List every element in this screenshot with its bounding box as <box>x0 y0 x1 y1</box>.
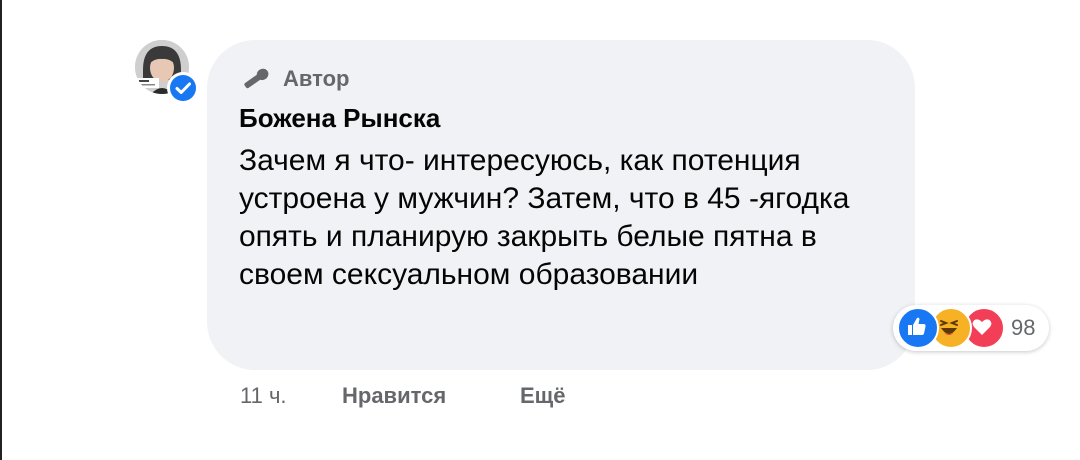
author-avatar[interactable] <box>135 40 199 104</box>
reaction-count: 98 <box>1011 315 1036 340</box>
author-badge-label: Автор <box>283 66 350 91</box>
like-button[interactable]: Нравится <box>342 383 520 409</box>
comment-actions: 11 ч. Нравится Ещё <box>240 383 565 409</box>
author-badge: Автор <box>239 64 885 94</box>
verified-badge-icon <box>167 72 199 104</box>
like-icon <box>897 307 939 349</box>
more-button[interactable]: Ещё <box>520 383 565 409</box>
comment-bubble: Автор Божена Рынска Зачем я что- интерес… <box>207 40 915 370</box>
comment-timestamp[interactable]: 11 ч. <box>240 383 342 409</box>
reactions-summary[interactable]: 98 <box>893 305 1050 351</box>
microphone-icon <box>244 68 269 89</box>
author-name[interactable]: Божена Рынска <box>239 102 885 134</box>
comment-screen: Автор Божена Рынска Зачем я что- интерес… <box>0 0 1080 460</box>
comment-text: Зачем я что- интересуюсь, как потенция у… <box>239 144 850 291</box>
